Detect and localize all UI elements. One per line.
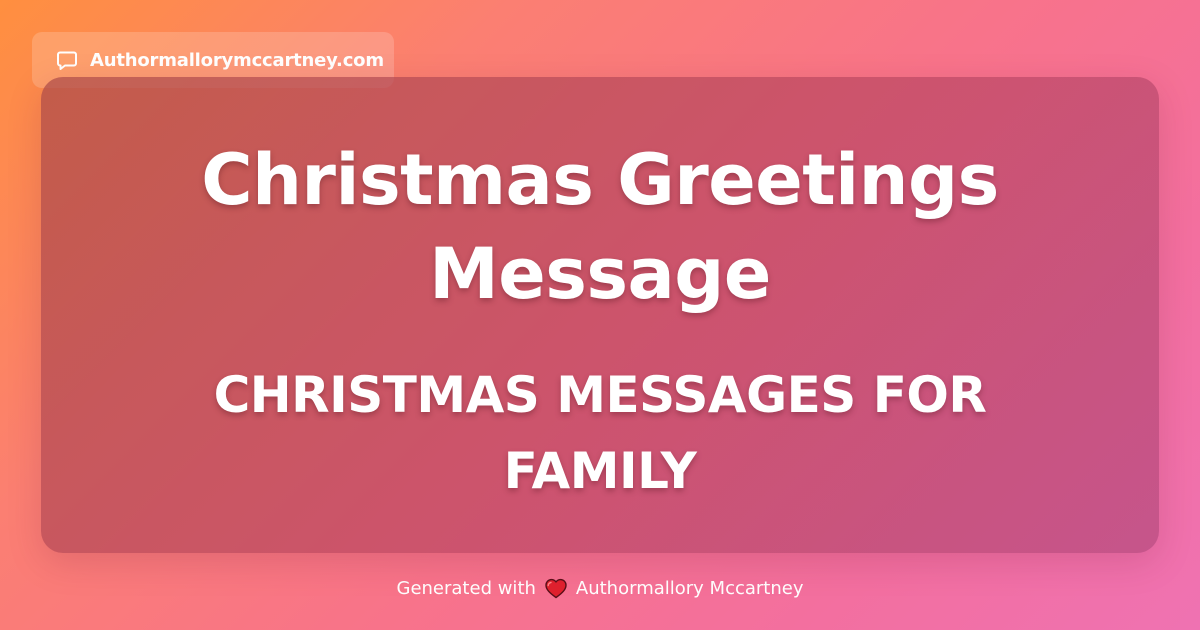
footer-brand: Authormallory Mccartney bbox=[575, 577, 804, 599]
title-card: Christmas Greetings Message CHRISTMAS ME… bbox=[41, 77, 1159, 553]
page-title: Christmas Greetings Message bbox=[201, 139, 999, 315]
footer-prefix: Generated with bbox=[396, 577, 536, 599]
page-subtitle: CHRISTMAS MESSAGES FOR FAMILY bbox=[213, 366, 987, 500]
site-domain: Authormallorymccartney.com bbox=[90, 49, 384, 71]
speech-bubble-icon bbox=[56, 49, 78, 71]
heart-icon bbox=[544, 577, 568, 599]
generated-with-footer: Generated with Authormallory Mccartney bbox=[0, 568, 1200, 608]
